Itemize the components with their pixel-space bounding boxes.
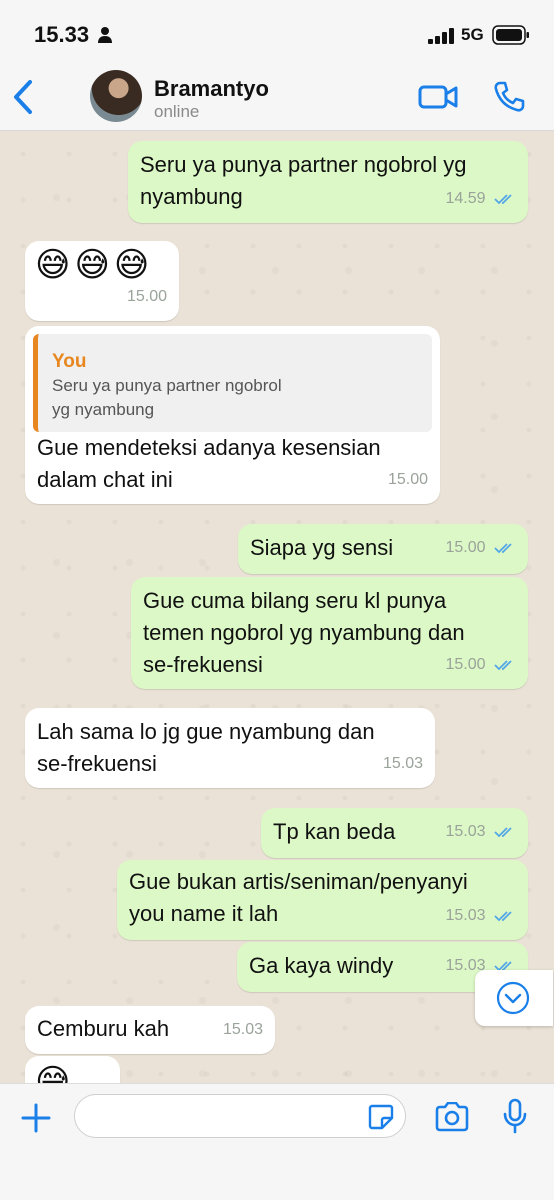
message-bubble[interactable]: Gue bukan artis/seniman/penyanyi you nam… [117,860,528,940]
avatar[interactable] [90,70,142,122]
network-type: 5G [461,25,484,44]
message-time: 15.03 [382,755,423,772]
message-time: 15.00 [445,539,486,556]
message-text: Gue cuma bilang seru kl punya temen ngob… [143,588,465,677]
battery-icon [492,25,529,45]
person-icon [98,27,112,43]
message-text: Gue mendeteksi adanya kesensian dalam ch… [37,435,381,492]
status-bar: 15.33 5G [0,0,554,64]
message-text: Seru ya punya partner ngobrol yg nyambun… [140,152,467,209]
double-check-icon [494,911,512,922]
microphone-icon[interactable] [502,1098,528,1134]
quoted-message[interactable]: You Seru ya punya partner ngobrol yg nya… [33,334,432,432]
message-time: 15.00 [445,656,486,673]
message-text: Lah sama lo jg gue nyambung dan se-freku… [37,719,375,776]
message-bubble[interactable]: Seru ya punya partner ngobrol yg nyambun… [128,141,528,223]
double-check-icon [494,194,512,205]
emoji-message: 😅😅😅 [35,246,154,284]
message-bubble[interactable]: 😅😅😅 15.00 [25,241,179,321]
video-call-icon[interactable] [418,82,458,112]
contact-presence: online [154,102,200,121]
message-time: 15.00 [387,471,428,488]
message-text: Ga kaya windy [249,953,394,978]
message-text: Gue bukan artis/seniman/penyanyi you nam… [129,869,468,926]
double-check-icon [494,543,512,554]
message-text: Siapa yg sensi [250,535,394,560]
quote-text: Seru ya punya partner ngobrol yg nyambun… [52,376,282,419]
phone-icon[interactable] [492,80,526,114]
contact-name[interactable]: Bramantyo [154,76,269,102]
message-bubble[interactable]: Cemburu kah 15.03 [25,1006,275,1054]
message-bubble[interactable]: Lah sama lo jg gue nyambung dan se-freku… [25,708,435,788]
scroll-to-bottom-button[interactable] [475,970,553,1026]
status-time: 15.33 [34,22,90,47]
reply-message-bubble[interactable]: You Seru ya punya partner ngobrol yg nya… [25,326,440,504]
double-check-icon [494,827,512,838]
message-text: Tp kan beda [273,819,396,844]
message-bubble[interactable]: Tp kan beda 15.03 [261,808,528,858]
back-chevron-icon[interactable] [10,78,36,116]
emoji-message: 😅 [35,1063,75,1083]
message-bubble[interactable]: Siapa yg sensi 15.00 [238,524,528,574]
message-text: Cemburu kah [37,1016,170,1041]
message-time: 15.00 [126,288,167,305]
chat-header: Bramantyo online [0,64,554,131]
signal-icon [428,28,454,44]
chat-area[interactable]: Seru ya punya partner ngobrol yg nyambun… [0,131,554,1083]
message-time: 15.03 [222,1021,263,1038]
camera-icon[interactable] [434,1102,470,1132]
message-time: 14.59 [445,190,486,207]
chevron-down-icon [496,981,530,1015]
message-input[interactable] [74,1094,406,1138]
plus-icon[interactable] [20,1102,52,1134]
message-time: 15.03 [445,907,486,924]
double-check-icon [494,660,512,671]
message-bubble[interactable]: 😅 [25,1056,120,1083]
message-composer [0,1083,554,1200]
message-bubble[interactable]: Gue cuma bilang seru kl punya temen ngob… [131,577,528,689]
sticker-icon[interactable] [368,1104,394,1130]
message-time: 15.03 [445,823,486,840]
